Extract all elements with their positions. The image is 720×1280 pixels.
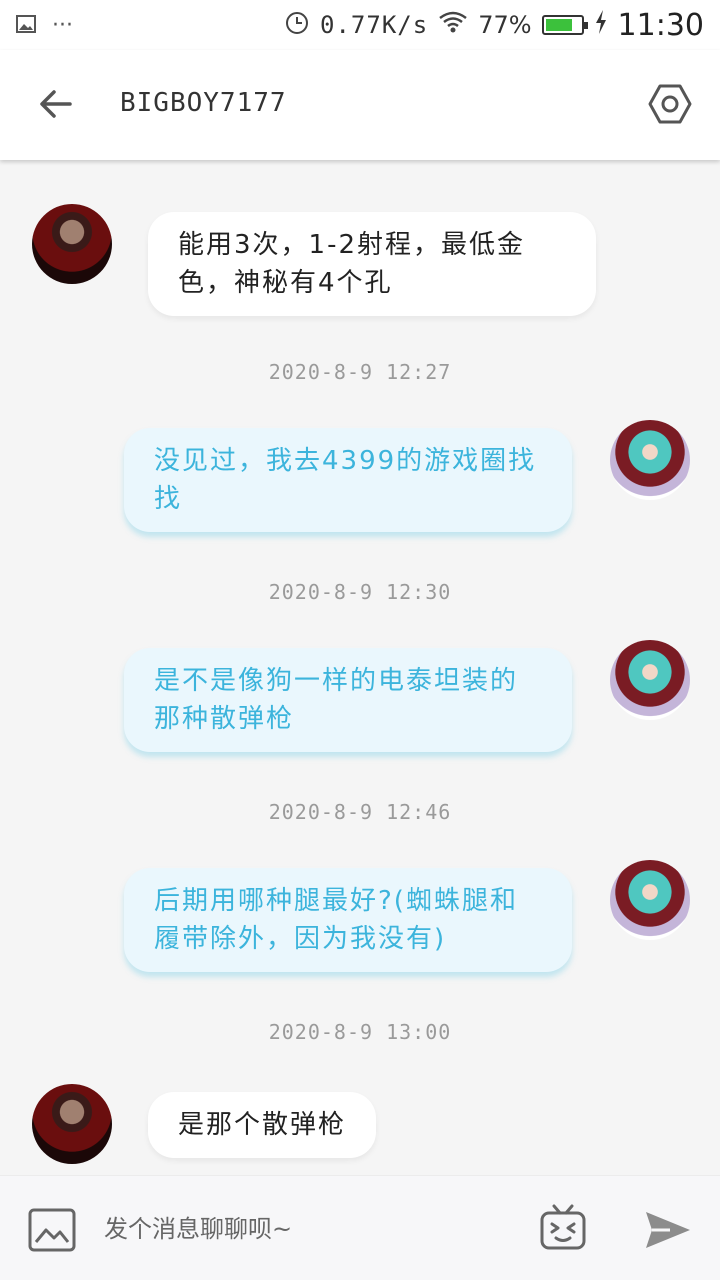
message-input-bar <box>0 1175 720 1280</box>
self-avatar[interactable] <box>610 420 690 500</box>
send-button[interactable] <box>644 1210 692 1250</box>
message-bubble-sent[interactable]: 没见过，我去4399的游戏圈找找 <box>124 428 572 532</box>
image-icon <box>28 1208 76 1252</box>
send-icon <box>646 1212 690 1248</box>
self-avatar[interactable] <box>610 860 690 940</box>
self-avatar[interactable] <box>610 640 690 720</box>
message-bubble-received[interactable]: 能用3次，1-2射程，最低金色，神秘有4个孔 <box>148 212 596 316</box>
wifi-icon <box>438 10 468 41</box>
message-timestamp: 2020-8-9 12:46 <box>268 800 452 824</box>
battery-level-fill <box>545 19 572 31</box>
alarm-icon <box>284 9 310 42</box>
message-timestamp: 2020-8-9 13:00 <box>268 1020 452 1044</box>
message-bubble-sent[interactable]: 是不是像狗一样的电泰坦装的那种散弹枪 <box>124 648 572 752</box>
chat-header: BIGBOY7177 <box>0 50 720 160</box>
message-timestamp: 2020-8-9 12:30 <box>268 580 452 604</box>
network-speed: 0.77K/s <box>320 11 429 39</box>
send-image-button[interactable] <box>28 1208 76 1252</box>
message-input[interactable] <box>104 1206 504 1252</box>
clock: 11:30 <box>617 7 704 43</box>
battery-icon <box>541 15 588 35</box>
tv-emoji-icon <box>540 1204 586 1250</box>
chat-settings-button[interactable] <box>648 82 692 126</box>
chat-partner-name: BIGBOY7177 <box>120 88 287 118</box>
battery-percent: 77% <box>478 11 532 39</box>
charging-icon <box>594 9 608 42</box>
emoji-button[interactable] <box>538 1202 588 1252</box>
partner-avatar[interactable] <box>32 1084 112 1164</box>
gallery-notification-icon <box>16 10 36 40</box>
hexagon-settings-icon <box>648 84 692 124</box>
more-icon: ··· <box>52 12 73 38</box>
status-bar: ··· 0.77K/s 77% 11:30 <box>0 0 720 50</box>
partner-avatar[interactable] <box>32 204 112 284</box>
arrow-left-icon <box>40 90 72 118</box>
message-list[interactable]: 能用3次，1-2射程，最低金色，神秘有4个孔 2020-8-9 12:27 没见… <box>0 160 720 1175</box>
message-bubble-received[interactable]: 是那个散弹枪 <box>148 1092 377 1158</box>
back-button[interactable] <box>36 84 76 124</box>
message-bubble-sent[interactable]: 后期用哪种腿最好?(蜘蛛腿和履带除外，因为我没有) <box>124 868 572 972</box>
message-timestamp: 2020-8-9 12:27 <box>268 360 452 384</box>
